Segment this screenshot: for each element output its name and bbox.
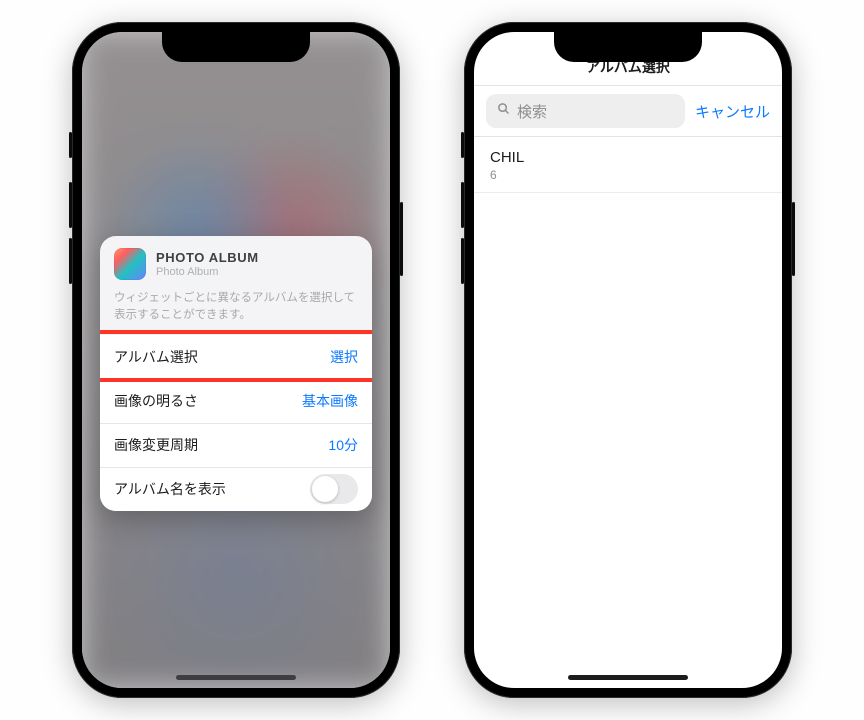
card-description: ウィジェットごとに異なるアルバムを選択して表示することができます。 bbox=[100, 286, 372, 335]
settings-rows: アルバム選択 選択 画像の明るさ 基本画像 画像変更周期 10分 アルバム名を表… bbox=[100, 335, 372, 511]
row-value: 選択 bbox=[330, 347, 358, 367]
screen: PHOTO ALBUM Photo Album ウィジェットごとに異なるアルバム… bbox=[82, 32, 390, 688]
mute-switch bbox=[461, 132, 464, 158]
toggle-knob bbox=[312, 476, 338, 502]
row-change-interval[interactable]: 画像変更周期 10分 bbox=[100, 423, 372, 467]
row-brightness[interactable]: 画像の明るさ 基本画像 bbox=[100, 379, 372, 423]
volume-down bbox=[461, 238, 464, 284]
row-value: 10分 bbox=[328, 435, 358, 455]
home-indicator[interactable] bbox=[568, 675, 688, 680]
search-placeholder: 検索 bbox=[517, 101, 547, 122]
phone-left: PHOTO ALBUM Photo Album ウィジェットごとに異なるアルバム… bbox=[72, 22, 400, 698]
phone-right: アルバム選択 検索 キャンセル CHIL 6 bbox=[464, 22, 792, 698]
row-label: 画像の明るさ bbox=[114, 391, 198, 411]
power-button bbox=[792, 202, 795, 276]
row-album-select[interactable]: アルバム選択 選択 bbox=[100, 335, 372, 379]
list-item-subtitle: 6 bbox=[490, 168, 766, 182]
card-header: PHOTO ALBUM Photo Album bbox=[100, 236, 372, 286]
app-subtitle: Photo Album bbox=[156, 266, 259, 278]
volume-up bbox=[461, 182, 464, 228]
list-item[interactable]: CHIL 6 bbox=[474, 137, 782, 193]
volume-down bbox=[69, 238, 72, 284]
row-show-album-name[interactable]: アルバム名を表示 bbox=[100, 467, 372, 511]
mute-switch bbox=[69, 132, 72, 158]
volume-up bbox=[69, 182, 72, 228]
notch bbox=[162, 32, 310, 62]
row-value: 基本画像 bbox=[302, 391, 358, 411]
search-row: 検索 キャンセル bbox=[474, 86, 782, 137]
search-input[interactable]: 検索 bbox=[486, 94, 685, 128]
power-button bbox=[400, 202, 403, 276]
search-icon bbox=[496, 101, 511, 121]
app-title: PHOTO ALBUM bbox=[156, 250, 259, 265]
notch bbox=[554, 32, 702, 62]
toggle-off[interactable] bbox=[310, 474, 358, 504]
widget-settings-card: PHOTO ALBUM Photo Album ウィジェットごとに異なるアルバム… bbox=[100, 236, 372, 511]
row-label: アルバム選択 bbox=[114, 347, 198, 367]
cancel-button[interactable]: キャンセル bbox=[695, 101, 770, 122]
row-label: アルバム名を表示 bbox=[114, 479, 226, 499]
screen: アルバム選択 検索 キャンセル CHIL 6 bbox=[474, 32, 782, 688]
list-item-title: CHIL bbox=[490, 149, 766, 166]
app-icon bbox=[114, 248, 146, 280]
row-label: 画像変更周期 bbox=[114, 435, 198, 455]
home-indicator[interactable] bbox=[176, 675, 296, 680]
